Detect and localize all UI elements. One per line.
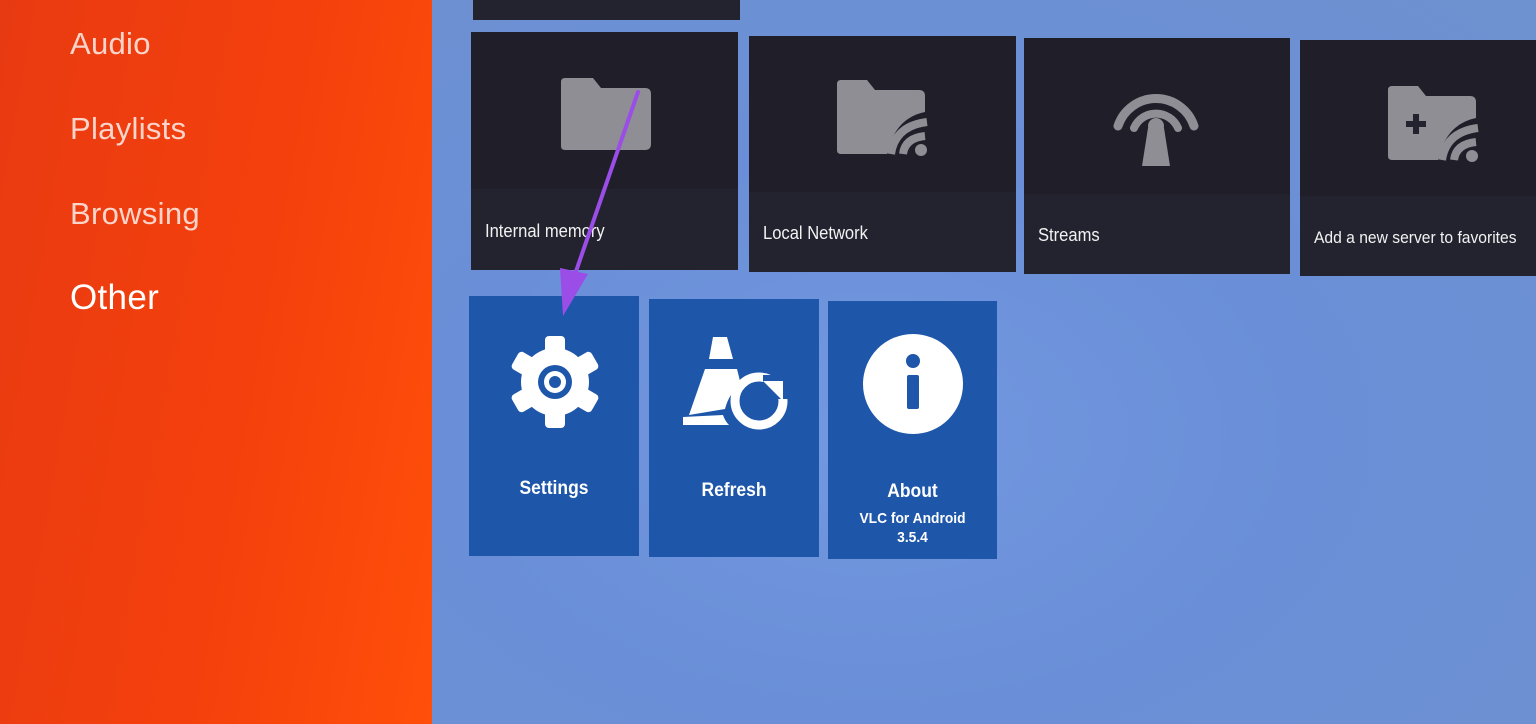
gear-icon bbox=[505, 332, 605, 432]
tile-label: Settings bbox=[519, 478, 589, 499]
annotation-arrow bbox=[432, 0, 832, 330]
sidebar-item-playlists[interactable]: Playlists bbox=[70, 111, 186, 147]
tile-about[interactable]: About VLC for Android 3.5.4 bbox=[828, 301, 997, 559]
app-name-text: VLC for Android bbox=[859, 510, 966, 527]
sidebar-item-other[interactable]: Other bbox=[70, 278, 159, 318]
sidebar-item-browsing[interactable]: Browsing bbox=[70, 196, 200, 232]
network-folder-icon bbox=[833, 78, 933, 158]
sidebar-item-audio[interactable]: Audio bbox=[70, 26, 151, 62]
tile-label: Add a new server to favorites bbox=[1314, 228, 1517, 247]
stream-antenna-icon bbox=[1108, 74, 1204, 170]
tile-add-server[interactable]: Add a new server to favorites bbox=[1300, 40, 1536, 276]
tile-label: Streams bbox=[1038, 225, 1100, 245]
tile-settings[interactable]: Settings bbox=[469, 296, 639, 556]
main-content: Internal memory Local Network Streams Ad… bbox=[432, 0, 1536, 724]
vlc-refresh-icon bbox=[679, 333, 789, 433]
info-icon bbox=[862, 333, 964, 435]
tile-streams[interactable]: Streams bbox=[1024, 38, 1290, 274]
sidebar: Audio Playlists Browsing Other bbox=[0, 0, 432, 724]
tile-refresh[interactable]: Refresh bbox=[649, 299, 819, 557]
add-server-folder-icon bbox=[1384, 84, 1484, 164]
tile-label: About bbox=[887, 481, 938, 502]
tile-label: Refresh bbox=[701, 480, 767, 501]
version-text: 3.5.4 bbox=[897, 529, 928, 546]
